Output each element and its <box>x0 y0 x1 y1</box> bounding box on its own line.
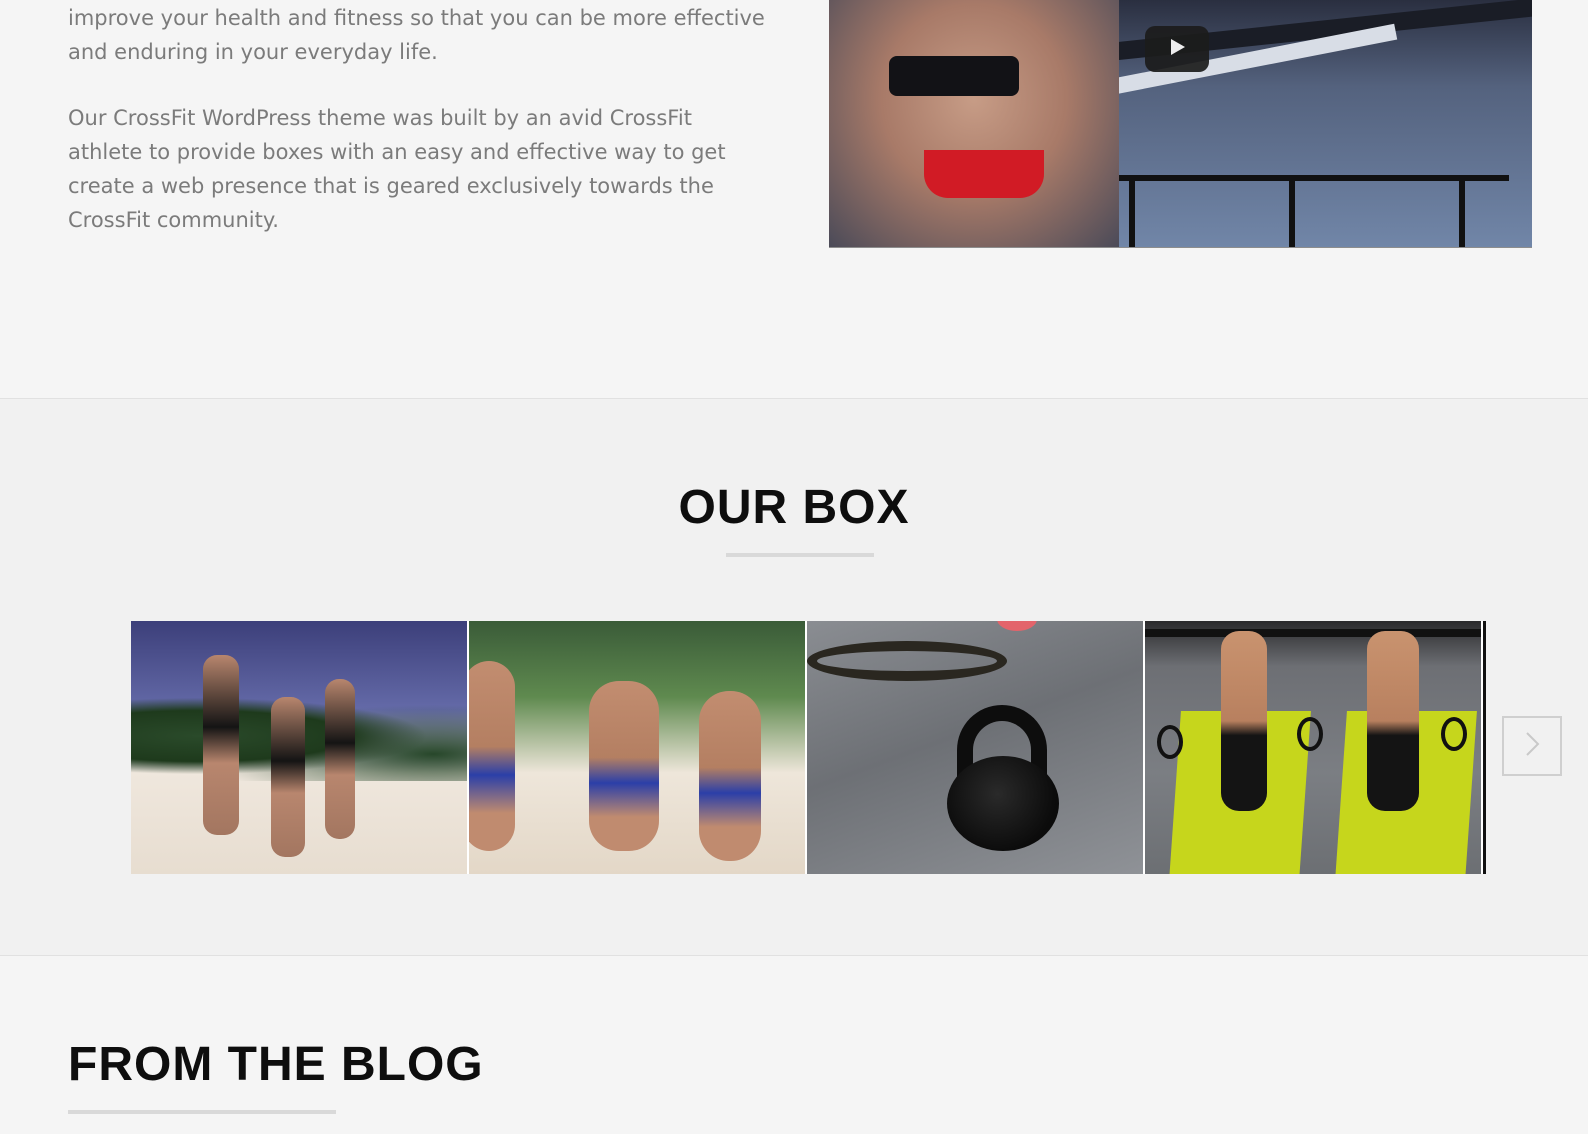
blog-title-underline <box>68 1110 336 1114</box>
our-box-title: OUR BOX <box>678 481 910 534</box>
gallery-photo-kettlebell-swing[interactable] <box>469 621 805 874</box>
blog-section: FROM THE BLOG <box>0 956 1588 1134</box>
gallery-photo-kettlebell-floor[interactable] <box>807 621 1143 874</box>
gallery-photo-pull-ups[interactable] <box>1145 621 1481 874</box>
our-box-section: OUR BOX <box>0 399 1588 955</box>
play-icon <box>1167 37 1187 61</box>
intro-section: improve your health and fitness so that … <box>0 0 1588 398</box>
intro-paragraph-1: improve your health and fitness so that … <box>68 6 765 64</box>
chevron-right-icon <box>1520 729 1544 763</box>
video-player[interactable] <box>829 0 1532 248</box>
video-thumbnail-athlete <box>829 0 1119 247</box>
box-gallery-carousel <box>131 621 1486 874</box>
blog-title: FROM THE BLOG <box>68 1038 484 1091</box>
our-box-title-underline <box>726 553 874 557</box>
carousel-next-button[interactable] <box>1502 716 1562 776</box>
video-play-button[interactable] <box>1145 26 1209 72</box>
intro-paragraph-2: Our CrossFit WordPress theme was built b… <box>68 106 726 232</box>
gallery-photo-kettlebell-raise[interactable] <box>131 621 467 874</box>
